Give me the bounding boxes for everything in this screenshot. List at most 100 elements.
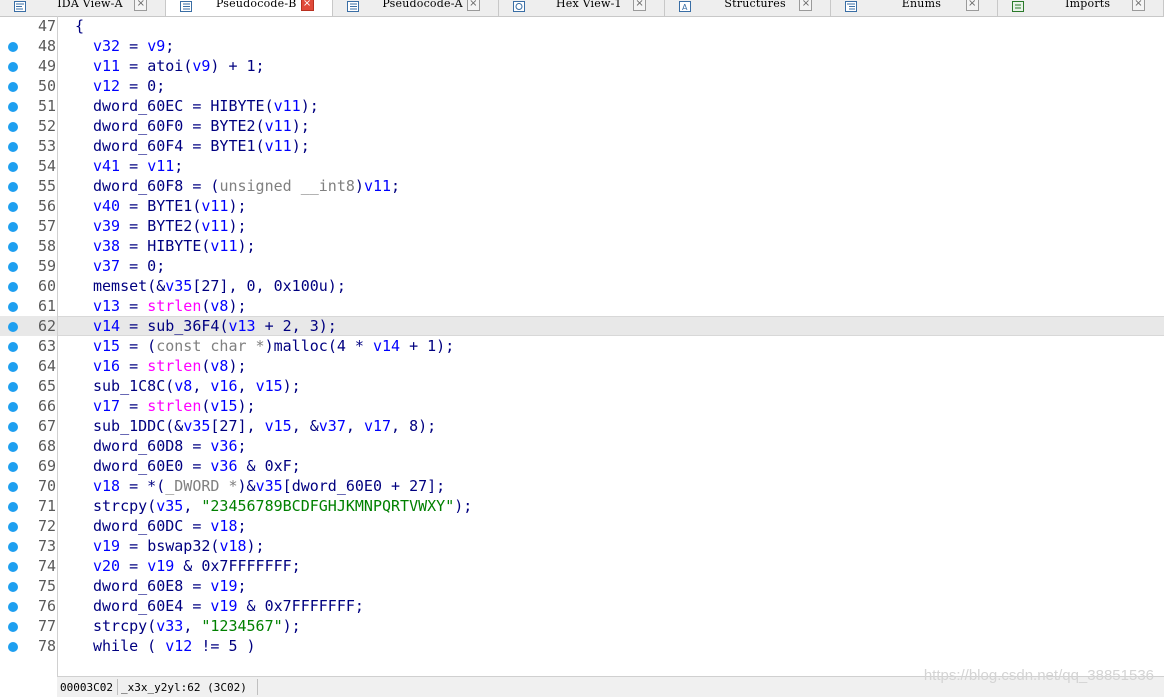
breakpoint-marker-icon[interactable]	[8, 302, 18, 312]
code-token: v17	[363, 417, 392, 435]
code-token: v41	[93, 157, 121, 175]
code-line[interactable]: 72 dword_60DC = v18;	[0, 516, 1164, 536]
code-text: dword_60F0 = BYTE2(v11);	[93, 116, 310, 136]
code-text: strcpy(v33, "1234567");	[93, 616, 301, 636]
close-icon[interactable]: ×	[965, 0, 979, 11]
breakpoint-marker-icon[interactable]	[8, 642, 18, 652]
breakpoint-marker-icon[interactable]	[8, 342, 18, 352]
code-line[interactable]: 65 sub_1C8C(v8, v16, v15);	[0, 376, 1164, 396]
breakpoint-marker-icon[interactable]	[8, 322, 18, 332]
close-icon[interactable]: ×	[633, 0, 647, 11]
breakpoint-marker-icon[interactable]	[8, 162, 18, 172]
code-line[interactable]: 60 memset(&v35[27], 0, 0x100u);	[0, 276, 1164, 296]
code-token: );	[237, 237, 256, 255]
tab-pseudocode-a[interactable]: Pseudocode-A ×	[332, 0, 499, 16]
code-line[interactable]: 64 v16 = strlen(v8);	[0, 356, 1164, 376]
code-token: ;	[237, 437, 247, 455]
breakpoint-marker-icon[interactable]	[8, 362, 18, 372]
breakpoint-marker-icon[interactable]	[8, 262, 18, 272]
code-line[interactable]: 59 v37 = 0;	[0, 256, 1164, 276]
code-line[interactable]: 67 sub_1DDC(&v35[27], v15, &v37, v17, 8);	[0, 416, 1164, 436]
code-line[interactable]: 52 dword_60F0 = BYTE2(v11);	[0, 116, 1164, 136]
code-token: v15	[93, 337, 121, 355]
breakpoint-marker-icon[interactable]	[8, 522, 18, 532]
code-token: v37	[93, 257, 121, 275]
code-token: != 5 )	[192, 637, 256, 655]
code-line[interactable]: 50 v12 = 0;	[0, 76, 1164, 96]
breakpoint-marker-icon[interactable]	[8, 382, 18, 392]
breakpoint-marker-icon[interactable]	[8, 542, 18, 552]
code-text: v15 = (const char *)malloc(4 * v14 + 1);	[93, 336, 454, 356]
breakpoint-marker-icon[interactable]	[8, 42, 18, 52]
code-line[interactable]: 73 v19 = bswap32(v18);	[0, 536, 1164, 556]
breakpoint-marker-icon[interactable]	[8, 562, 18, 572]
code-token: v11	[147, 157, 175, 175]
breakpoint-marker-icon[interactable]	[8, 122, 18, 132]
code-line[interactable]: 69 dword_60E0 = v36 & 0xF;	[0, 456, 1164, 476]
code-text: {	[75, 16, 84, 36]
breakpoint-marker-icon[interactable]	[8, 622, 18, 632]
code-text: memset(&v35[27], 0, 0x100u);	[93, 276, 346, 296]
code-line[interactable]: 56 v40 = BYTE1(v11);	[0, 196, 1164, 216]
code-line[interactable]: 58 v38 = HIBYTE(v11);	[0, 236, 1164, 256]
code-line[interactable]: 76 dword_60E4 = v19 & 0x7FFFFFFF;	[0, 596, 1164, 616]
pseudocode-editor[interactable]: 47{48 v32 = v9; 49 v11 = atoi(v9) + 1; 50 v12…	[0, 16, 1164, 672]
tab-ida-view-a[interactable]: IDA View-A ×	[0, 0, 167, 16]
close-icon[interactable]: ×	[1131, 0, 1145, 11]
breakpoint-marker-icon[interactable]	[8, 182, 18, 192]
tab-enums[interactable]: Enums ×	[831, 0, 998, 16]
breakpoint-marker-icon[interactable]	[8, 502, 18, 512]
breakpoint-marker-icon[interactable]	[8, 462, 18, 472]
breakpoint-marker-icon[interactable]	[8, 222, 18, 232]
code-line[interactable]: 48 v32 = v9;	[0, 36, 1164, 56]
breakpoint-marker-icon[interactable]	[8, 442, 18, 452]
close-icon[interactable]: ×	[466, 0, 480, 11]
code-token: _DWORD *	[165, 477, 238, 495]
code-line[interactable]: 54 v41 = v11;	[0, 156, 1164, 176]
code-line[interactable]: 78 while ( v12 != 5 )	[0, 636, 1164, 656]
breakpoint-marker-icon[interactable]	[8, 582, 18, 592]
code-line[interactable]: 57 v39 = BYTE2(v11);	[0, 216, 1164, 236]
breakpoint-marker-icon[interactable]	[8, 602, 18, 612]
code-line[interactable]: 55 dword_60F8 = (unsigned __int8)v11;	[0, 176, 1164, 196]
breakpoint-marker-icon[interactable]	[8, 202, 18, 212]
close-icon[interactable]: ×	[134, 0, 148, 11]
tab-imports[interactable]: Imports ×	[997, 0, 1164, 16]
line-number: 58	[37, 237, 56, 255]
code-line[interactable]: 53 dword_60F4 = BYTE1(v11);	[0, 136, 1164, 156]
breakpoint-marker-icon[interactable]	[8, 242, 18, 252]
tab-label: Imports	[1065, 0, 1111, 10]
breakpoint-marker-icon[interactable]	[8, 142, 18, 152]
tab-pseudocode-b[interactable]: Pseudocode-B ×	[166, 0, 333, 16]
close-icon[interactable]: ×	[300, 0, 314, 11]
code-line[interactable]: 71 strcpy(v35, "23456789BCDFGHJKMNPQRTVWX…	[0, 496, 1164, 516]
code-token: = *(	[120, 477, 166, 495]
code-line[interactable]: 61 v13 = strlen(v8);	[0, 296, 1164, 316]
breakpoint-marker-icon[interactable]	[8, 402, 18, 412]
pseudocode-icon	[346, 1, 359, 12]
code-line[interactable]: 74 v20 = v19 & 0x7FFFFFFF;	[0, 556, 1164, 576]
code-token: v8	[210, 297, 229, 315]
code-token: sub_1C8C	[93, 377, 166, 395]
breakpoint-marker-icon[interactable]	[8, 102, 18, 112]
breakpoint-marker-icon[interactable]	[8, 482, 18, 492]
code-line[interactable]: 75 dword_60E8 = v19;	[0, 576, 1164, 596]
code-line[interactable]: 63 v15 = (const char *)malloc(4 * v14 + 1…	[0, 336, 1164, 356]
code-line[interactable]: 70 v18 = *(_DWORD *)&v35[dword_60E0 + 27]…	[0, 476, 1164, 496]
code-line[interactable]: 49 v11 = atoi(v9) + 1;	[0, 56, 1164, 76]
breakpoint-marker-icon[interactable]	[8, 62, 18, 72]
code-token: = 0;	[120, 77, 166, 95]
code-line[interactable]: 51 dword_60EC = HIBYTE(v11);	[0, 96, 1164, 116]
close-icon[interactable]: ×	[799, 0, 813, 11]
tab-structures[interactable]: A Structures ×	[665, 0, 832, 16]
code-token: =	[120, 197, 148, 215]
code-line[interactable]: 77 strcpy(v33, "1234567");	[0, 616, 1164, 636]
breakpoint-marker-icon[interactable]	[8, 82, 18, 92]
code-line[interactable]: 66 v17 = strlen(v15);	[0, 396, 1164, 416]
code-line[interactable]: 47 {	[0, 16, 1164, 36]
breakpoint-marker-icon[interactable]	[8, 282, 18, 292]
breakpoint-marker-icon[interactable]	[8, 422, 18, 432]
tab-hex-view-1[interactable]: Hex View-1 ×	[498, 0, 666, 16]
code-line[interactable]: 68 dword_60D8 = v36;	[0, 436, 1164, 456]
code-line[interactable]: 62 v14 = sub_36F4(v13 + 2, 3);	[0, 316, 1164, 336]
